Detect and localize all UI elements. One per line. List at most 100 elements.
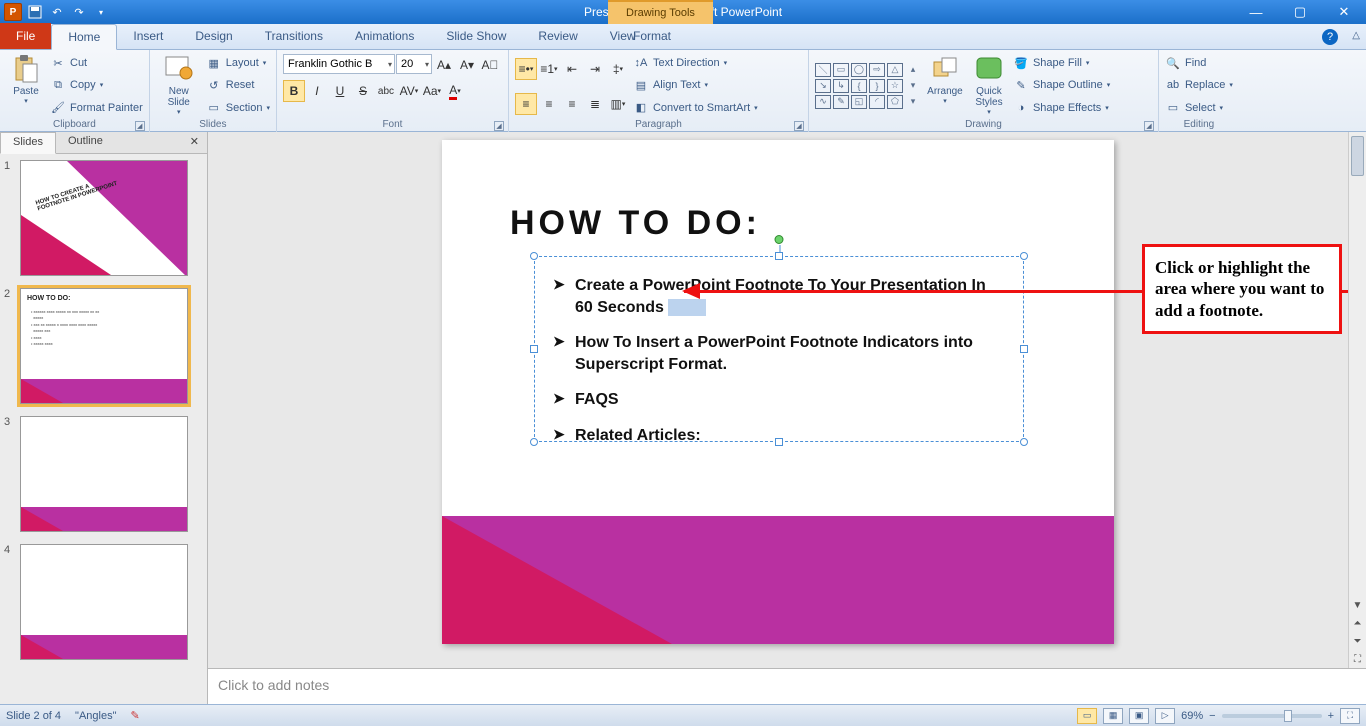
qat-dropdown-icon[interactable]: ▾ [92,3,110,21]
font-color-button[interactable]: A▾ [444,80,466,102]
shadow-button[interactable]: abc [375,80,397,102]
fit-icon[interactable]: ⛶ [1349,650,1366,668]
zoom-out-button[interactable]: − [1209,710,1215,722]
normal-view-button[interactable]: ▭ [1077,708,1097,724]
reading-view-button[interactable]: ▣ [1129,708,1149,724]
increase-indent-button[interactable]: ⇥ [584,58,606,80]
shape-rect-icon[interactable]: ▭ [833,63,849,77]
redo-icon[interactable]: ↷ [70,3,88,21]
convert-smartart-button[interactable]: ◧Convert to SmartArt▾ [633,98,758,118]
sorter-view-button[interactable]: ▦ [1103,708,1123,724]
underline-button[interactable]: U [329,80,351,102]
scroll-thumb[interactable] [1351,136,1364,176]
shape-connector-icon[interactable]: ↳ [833,79,849,93]
thumbs-close-icon[interactable]: ✕ [182,132,207,153]
quick-styles-button[interactable]: Quick Styles▾ [969,52,1009,119]
shape-oval-icon[interactable]: ◯ [851,63,867,77]
change-case-button[interactable]: Aa▾ [421,80,443,102]
find-button[interactable]: 🔍Find [1165,53,1233,73]
shapes-gallery[interactable]: ＼▭◯⇨△▴ ↘↳{}☆▾ ∿✎◱◜⬠▾ [815,63,921,109]
zoom-slider-thumb[interactable] [1284,710,1292,722]
shape-brace2-icon[interactable]: } [869,79,885,93]
zoom-slider[interactable] [1222,714,1322,718]
text-selection[interactable] [668,299,706,316]
format-painter-button[interactable]: 🖌Format Painter [50,98,143,118]
shape-star-icon[interactable]: ☆ [887,79,903,93]
grow-font-button[interactable]: A▴ [433,54,455,76]
resize-handle-w[interactable] [530,345,538,353]
font-name-combo[interactable]: Franklin Gothic B▾ [283,54,395,74]
scroll-down-icon[interactable]: ▼ [1349,596,1366,614]
align-left-button[interactable]: ≡ [515,93,537,115]
arrange-button[interactable]: Arrange▾ [925,52,965,119]
resize-handle-n[interactable] [775,252,783,260]
tab-slides-thumbs[interactable]: Slides [0,132,56,154]
reset-button[interactable]: ↺Reset [206,75,270,95]
zoom-level[interactable]: 69% [1181,710,1203,722]
bold-button[interactable]: B [283,80,305,102]
shape-poly-icon[interactable]: ⬠ [887,95,903,109]
spellcheck-icon[interactable]: ✎ [131,709,140,722]
slide-thumbnail-2[interactable]: HOW TO DO: • xxxxxx xxxx xxxxx xx xxx xx… [20,288,188,404]
slide[interactable]: HOW TO DO: Create a PowerPoint Footnote … [442,140,1114,644]
help-icon[interactable]: ? [1322,29,1338,45]
vertical-scrollbar[interactable]: ▲ ▼ ⏶ ⏷ ⛶ [1348,132,1366,668]
font-size-combo[interactable]: 20▾ [396,54,432,74]
line-spacing-button[interactable]: ‡▾ [607,58,629,80]
tab-file[interactable]: File [0,23,51,49]
clear-formatting-button[interactable]: A⃠ [479,54,501,76]
clipboard-dialog-launcher[interactable]: ◢ [135,121,145,131]
app-icon[interactable]: P [4,3,22,21]
copy-button[interactable]: ⧉Copy▾ [50,75,143,95]
rotate-handle[interactable] [775,235,784,244]
shrink-font-button[interactable]: A▾ [456,54,478,76]
shape-tri-icon[interactable]: △ [887,63,903,77]
character-spacing-button[interactable]: AV▾ [398,80,420,102]
select-button[interactable]: ▭Select▾ [1165,98,1233,118]
zoom-in-button[interactable]: + [1328,710,1334,722]
slide-title[interactable]: HOW TO DO: [510,204,761,243]
shape-arrow-icon[interactable]: ⇨ [869,63,885,77]
resize-handle-sw[interactable] [530,438,538,446]
notes-pane[interactable]: Click to add notes [208,668,1366,704]
shape-line2-icon[interactable]: ↘ [815,79,831,93]
next-slide-icon[interactable]: ⏷ [1349,632,1366,650]
decrease-indent-button[interactable]: ⇤ [561,58,583,80]
shape-scroll-icon[interactable]: ▾ [905,79,921,93]
strikethrough-button[interactable]: S [352,80,374,102]
align-text-button[interactable]: ▤Align Text▾ [633,75,758,95]
align-right-button[interactable]: ≡ [561,93,583,115]
italic-button[interactable]: I [306,80,328,102]
thumbnails-list[interactable]: 1 HOW TO CREATE A FOOTNOTE IN POWERPOINT… [0,154,207,704]
resize-handle-se[interactable] [1020,438,1028,446]
tab-animations[interactable]: Animations [339,23,430,49]
minimize-button[interactable]: — [1234,0,1278,24]
shape-curve-icon[interactable]: ∿ [815,95,831,109]
tab-slideshow[interactable]: Slide Show [430,23,522,49]
shape-brace-icon[interactable]: { [851,79,867,93]
tab-transitions[interactable]: Transitions [249,23,339,49]
tab-outline-thumbs[interactable]: Outline [56,132,115,153]
tab-insert[interactable]: Insert [117,23,179,49]
undo-icon[interactable]: ↶ [48,3,66,21]
resize-handle-nw[interactable] [530,252,538,260]
prev-slide-icon[interactable]: ⏶ [1349,614,1366,632]
content-textbox[interactable]: Create a PowerPoint Footnote To Your Pre… [534,256,1024,442]
new-slide-button[interactable]: New Slide▾ [156,52,202,119]
shape-arc-icon[interactable]: ◜ [869,95,885,109]
drawing-dialog-launcher[interactable]: ◢ [1144,121,1154,131]
fit-window-button[interactable]: ⛶ [1340,708,1360,724]
shape-effects-button[interactable]: ◑Shape Effects▾ [1013,98,1110,118]
tab-home[interactable]: Home [51,24,117,50]
maximize-button[interactable]: ▢ [1278,0,1322,24]
bullets-button[interactable]: ≡•▾ [515,58,537,80]
shape-line-icon[interactable]: ＼ [815,63,831,77]
text-direction-button[interactable]: ↕AText Direction▾ [633,53,758,73]
shape-outline-button[interactable]: ✎Shape Outline▾ [1013,75,1110,95]
minimize-ribbon-icon[interactable]: △ [1352,30,1360,41]
columns-button[interactable]: ▥▾ [607,93,629,115]
tab-design[interactable]: Design [179,23,248,49]
cut-button[interactable]: ✂Cut [50,53,143,73]
slide-canvas[interactable]: HOW TO DO: Create a PowerPoint Footnote … [208,132,1366,668]
save-icon[interactable] [26,3,44,21]
